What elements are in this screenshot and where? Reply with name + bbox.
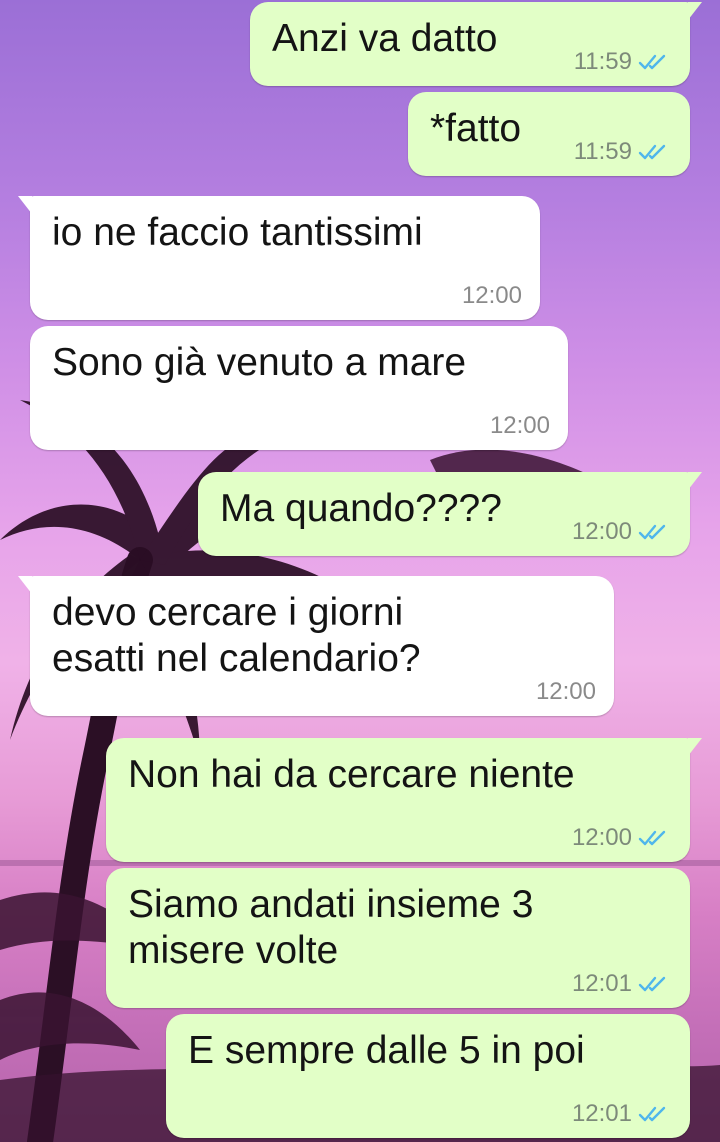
message-text: Non hai da cercare niente	[128, 753, 575, 796]
message-meta: 12:01	[572, 970, 668, 998]
message-time: 12:00	[571, 824, 632, 851]
message-meta: 12:00	[536, 678, 596, 706]
message-time: 12:01	[571, 1100, 632, 1127]
message-time: 12:00	[535, 678, 596, 705]
message-bubble-incoming[interactable]: io ne faccio tantissimi 12:00	[18, 196, 540, 320]
message-meta: 11:59	[574, 138, 668, 166]
double-check-icon	[638, 1106, 666, 1122]
message-meta: 12:00	[572, 518, 668, 546]
message-time: 11:59	[573, 138, 632, 165]
double-check-icon	[638, 54, 666, 70]
message-meta: 11:59	[574, 48, 668, 76]
message-meta: 12:01	[572, 1100, 668, 1128]
message-meta: 12:00	[572, 824, 668, 852]
message-text: devo cercare i giorni esatti nel calenda…	[52, 591, 421, 680]
message-bubble-outgoing[interactable]: Siamo andati insieme 3 misere volte 12:0…	[106, 868, 690, 1008]
message-meta: 12:00	[462, 282, 522, 310]
message-text: E sempre dalle 5 in poi	[188, 1029, 585, 1072]
message-text: Siamo andati insieme 3 misere volte	[128, 883, 534, 972]
message-bubble-outgoing[interactable]: Ma quando???? 12:00	[198, 472, 702, 556]
message-time: 12:00	[571, 518, 632, 545]
message-bubble-outgoing[interactable]: E sempre dalle 5 in poi 12:01	[166, 1014, 690, 1138]
message-bubble-incoming[interactable]: Sono già venuto a mare 12:00	[30, 326, 568, 450]
message-time: 11:59	[573, 48, 632, 75]
message-time: 12:01	[571, 970, 632, 997]
message-bubble-outgoing[interactable]: *fatto 11:59	[408, 92, 690, 176]
message-text: io ne faccio tantissimi	[52, 211, 423, 254]
message-bubble-outgoing[interactable]: Non hai da cercare niente 12:00	[106, 738, 702, 862]
message-time: 12:00	[461, 282, 522, 309]
double-check-icon	[638, 524, 666, 540]
message-meta: 12:00	[490, 412, 550, 440]
double-check-icon	[638, 976, 666, 992]
message-text: Sono già venuto a mare	[52, 341, 467, 384]
double-check-icon	[638, 144, 666, 160]
message-bubble-incoming[interactable]: devo cercare i giorni esatti nel calenda…	[18, 576, 614, 716]
message-bubble-outgoing[interactable]: Anzi va datto 11:59	[250, 2, 702, 86]
message-time: 12:00	[489, 412, 550, 439]
double-check-icon	[638, 830, 666, 846]
